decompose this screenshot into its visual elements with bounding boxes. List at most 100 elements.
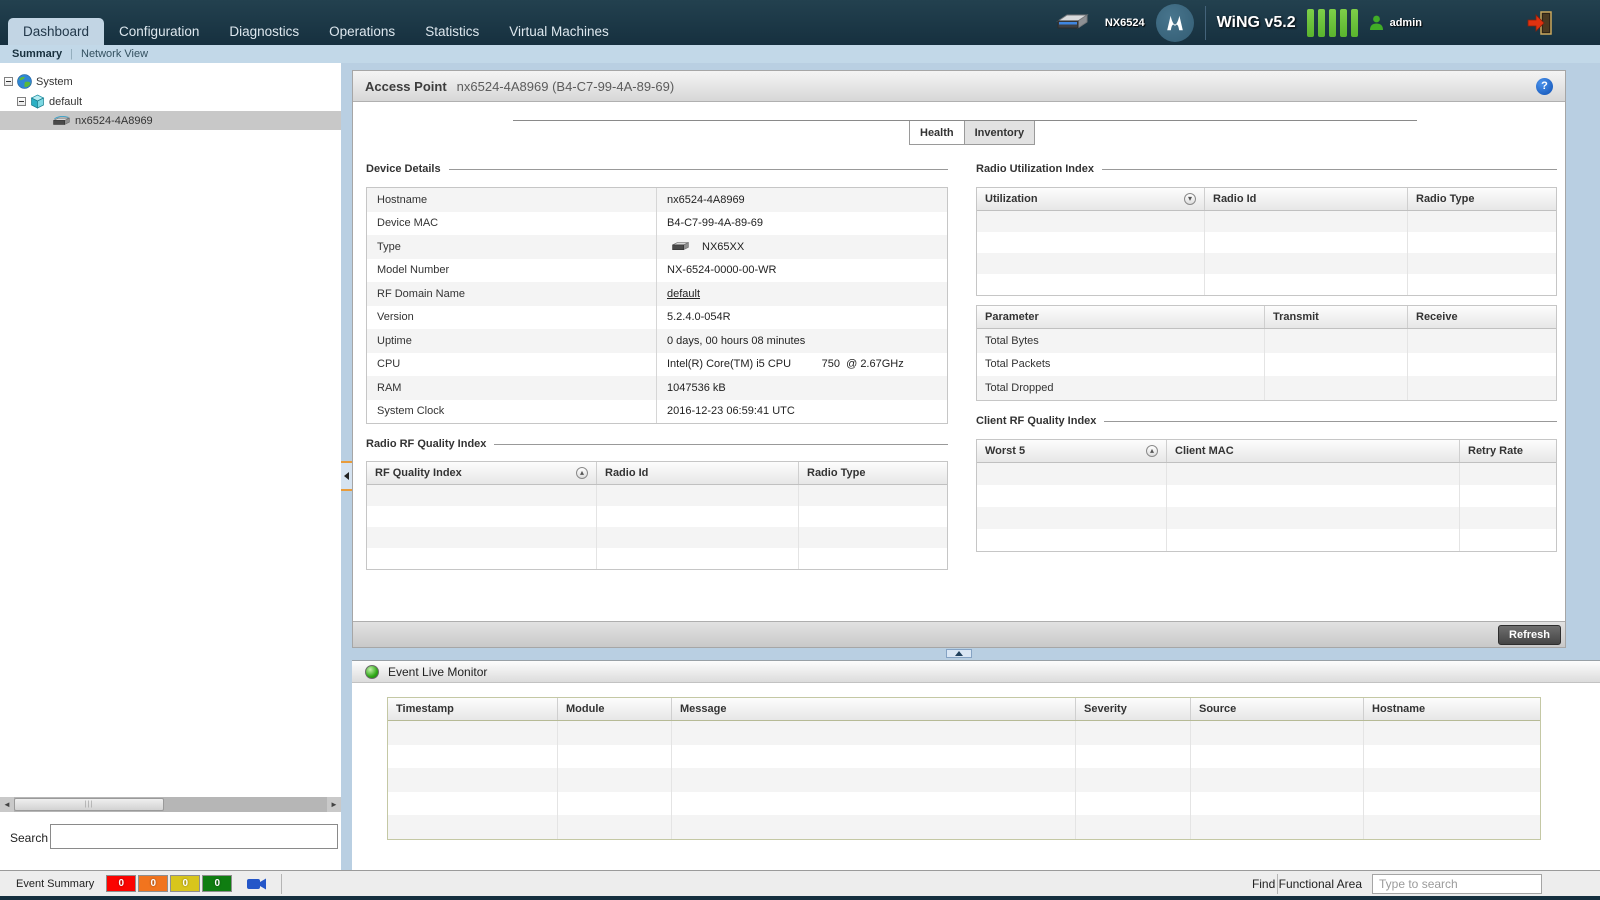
subnav-item-network-view[interactable]: Network View [81,48,148,60]
column-header-label: Utilization [985,193,1038,205]
nav-tab-virtual-machines[interactable]: Virtual Machines [494,18,624,45]
scrollbar-thumb[interactable]: ||| [14,798,164,811]
detail-label: System Clock [367,400,657,424]
table-row: Total Dropped [977,376,1556,400]
column-header-module[interactable]: Module [558,698,672,720]
column-header-utilization[interactable]: Utilization ▾ [977,188,1205,210]
nav-tab-operations[interactable]: Operations [314,18,410,45]
refresh-button[interactable]: Refresh [1498,625,1561,645]
event-counter-minor[interactable]: 0 [170,875,200,892]
event-counter-major[interactable]: 0 [138,875,168,892]
column-header-timestamp[interactable]: Timestamp [388,698,558,720]
detail-value-text: NX-6524-0000-00-WR [667,264,776,276]
column-header-hostname[interactable]: Hostname [1364,698,1540,720]
logout-icon[interactable] [1526,9,1554,37]
table-cell [799,527,947,548]
collapse-expander-icon[interactable] [17,97,26,106]
table-cell [1265,353,1408,377]
detail-value: NX65XX [657,235,947,259]
table-row [367,485,947,506]
table-cell [388,815,558,839]
event-camera-icon[interactable] [246,877,268,891]
nav-tab-dashboard[interactable]: Dashboard [8,18,104,45]
table-row [977,253,1556,274]
column-header-radio-type[interactable]: Radio Type [1408,188,1556,210]
table-cell [672,792,1076,816]
column-header-severity[interactable]: Severity [1076,698,1191,720]
utilization-params-table: Parameter TransmitReceiveTotal Bytes Total… [976,305,1557,401]
table-row [367,548,947,569]
table-row: Total Bytes [977,329,1556,353]
signal-bar [1351,9,1358,37]
table-cell [1191,815,1364,839]
tree-horizontal-scrollbar[interactable]: ◄ ||| ► [0,797,341,812]
table-cell [558,815,672,839]
event-monitor-title: Event Live Monitor [388,665,487,679]
table-cell [558,721,672,745]
table-cell [1167,529,1460,551]
table-cell [1191,792,1364,816]
horizontal-splitter[interactable] [341,648,1600,660]
tab-health[interactable]: Health [909,121,964,145]
table-cell [977,529,1167,551]
column-header-radio-type[interactable]: Radio Type [799,462,947,484]
column-header-transmit[interactable]: Transmit [1265,306,1408,328]
help-icon[interactable]: ? [1536,78,1553,95]
table-row [388,721,1540,745]
column-header-client-mac[interactable]: Client MAC [1167,440,1460,462]
nav-tab-diagnostics[interactable]: Diagnostics [214,18,314,45]
panel-collapse-handle[interactable] [341,461,352,491]
event-counter-critical[interactable]: 0 [106,875,136,892]
table-header-row: Parameter TransmitReceive [977,306,1556,329]
table-row [388,792,1540,816]
table-cell [558,792,672,816]
device-details-row: RAM1047536 kB [367,376,947,400]
globe-icon [17,74,32,89]
column-header-label: Parameter [985,311,1039,323]
column-header-label: Retry Rate [1468,445,1523,457]
table-cell [1460,507,1556,529]
column-header-parameter[interactable]: Parameter [977,306,1265,328]
tree-item-system[interactable]: System [0,72,341,91]
collapse-expander-icon[interactable] [4,77,13,86]
table-header-row: Worst 5▴Client MAC Retry Rate [977,440,1556,463]
event-counter-ok[interactable]: 0 [202,875,232,892]
column-header-retry-rate[interactable]: Retry Rate [1460,440,1556,462]
sort-asc-icon[interactable]: ▴ [576,467,588,479]
column-header-rf-quality-index[interactable]: RF Quality Index▴ [367,462,597,484]
column-header-radio-id[interactable]: Radio Id [597,462,799,484]
subnav-item-summary[interactable]: Summary [12,48,62,60]
tree-item-label: System [36,76,73,88]
vertical-splitter[interactable] [341,63,352,870]
sort-desc-icon[interactable]: ▾ [1184,193,1196,205]
column-header-source[interactable]: Source [1191,698,1364,720]
rf-domain-link[interactable]: default [667,288,700,300]
access-point-panel: Access Point nx6524-4A8969 (B4-C7-99-4A-… [352,70,1566,648]
table-cell [1167,463,1460,485]
column-header-worst-5[interactable]: Worst 5▴ [977,440,1167,462]
sort-asc-icon[interactable]: ▴ [1146,445,1158,457]
user-menu[interactable]: admin [1369,15,1422,31]
nav-tab-configuration[interactable]: Configuration [104,18,214,45]
table-cell [367,527,597,548]
nav-tab-statistics[interactable]: Statistics [410,18,494,45]
tab-inventory[interactable]: Inventory [964,121,1036,145]
signal-bar [1329,9,1336,37]
client-rf-quality-table: Worst 5▴Client MAC Retry Rate [976,439,1557,552]
motorola-logo [1156,4,1194,42]
detail-label: Type [367,235,657,259]
detail-value-text: 0 days, 00 hours 08 minutes [667,335,805,347]
splitter-expand-handle[interactable] [946,649,972,658]
column-header-message[interactable]: Message [672,698,1076,720]
column-header-receive[interactable]: Receive [1408,306,1556,328]
scroll-right-icon[interactable]: ► [327,797,341,812]
table-cell [977,485,1167,507]
tree-search-input[interactable] [50,824,338,849]
table-cell [1076,721,1191,745]
tree-item-default[interactable]: default [0,92,341,111]
find-functional-area-input[interactable] [1372,874,1542,894]
scroll-left-icon[interactable]: ◄ [0,797,14,812]
column-header-radio-id[interactable]: Radio Id [1205,188,1408,210]
tree-item-access-point[interactable]: nx6524-4A8969 [0,111,341,130]
view-tabs: Health Inventory [909,121,1035,145]
